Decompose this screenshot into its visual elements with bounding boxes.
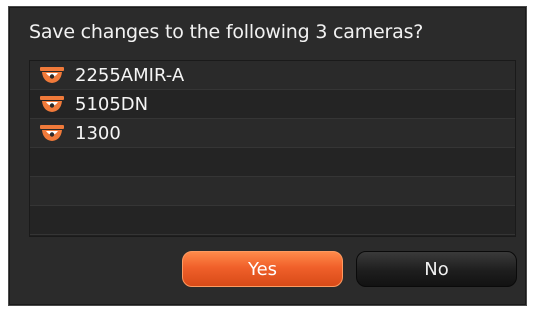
camera-list[interactable]: 2255AMIR-A 5105DN 1300 <box>29 60 516 237</box>
no-button[interactable]: No <box>356 251 517 287</box>
empty-list-row <box>30 177 515 206</box>
camera-name: 2255AMIR-A <box>75 64 185 86</box>
dome-camera-icon <box>40 125 64 141</box>
list-item[interactable]: 1300 <box>30 119 515 148</box>
camera-name: 1300 <box>75 122 121 144</box>
camera-name: 5105DN <box>75 93 149 115</box>
list-item[interactable]: 5105DN <box>30 90 515 119</box>
dialog-prompt: Save changes to the following 3 cameras? <box>29 21 424 43</box>
empty-list-row <box>30 206 515 235</box>
list-item[interactable]: 2255AMIR-A <box>30 61 515 90</box>
dome-camera-icon <box>40 67 64 83</box>
save-changes-dialog: Save changes to the following 3 cameras?… <box>8 6 527 306</box>
yes-button[interactable]: Yes <box>182 251 343 287</box>
empty-list-row <box>30 148 515 177</box>
dome-camera-icon <box>40 96 64 112</box>
